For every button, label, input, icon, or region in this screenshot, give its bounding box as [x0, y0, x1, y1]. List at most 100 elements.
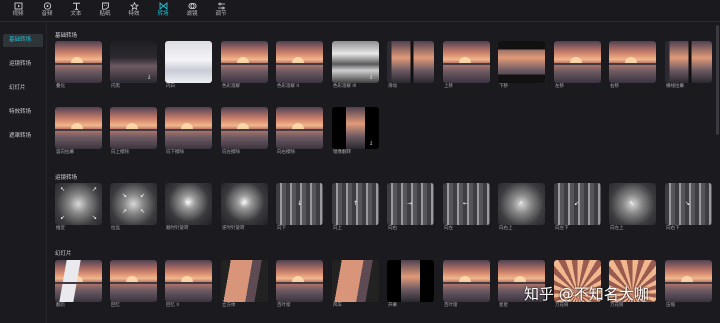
toolbar-sticker[interactable]: 贴纸: [91, 0, 119, 22]
transition-card[interactable]: ↙ 向左下: [554, 183, 601, 235]
transition-card[interactable]: ↖ ↗ ↙ ↘ 推近: [55, 183, 102, 235]
scrollbar[interactable]: [715, 23, 720, 323]
transition-name: 向下擦除: [166, 150, 184, 155]
transition-card[interactable]: ↗ 向右上: [498, 183, 545, 235]
transition-card[interactable]: 上移: [443, 41, 490, 93]
thumbnail: ↑: [332, 183, 379, 225]
effects-icon: [129, 2, 139, 10]
transition-name: 左移: [555, 84, 564, 89]
transition-card[interactable]: 百叶窗: [276, 260, 323, 312]
transition-card[interactable]: ↖ 向左上: [609, 183, 656, 235]
transition-name: 闪白: [166, 84, 175, 89]
transition-card[interactable]: 向左擦除: [221, 107, 268, 159]
sidebar-item-camera[interactable]: 运镜转场: [3, 58, 43, 71]
transition-card[interactable]: 压缩: [665, 260, 712, 312]
arrow-icon: ↖: [139, 208, 145, 215]
toolbar-video[interactable]: 视频: [4, 0, 32, 22]
transition-card[interactable]: 色彩溶解 II: [276, 41, 323, 93]
transition-name: 闪黑: [111, 84, 120, 89]
transition-card[interactable]: 横线拉幕: [665, 41, 712, 93]
thumbnail: [498, 41, 545, 83]
arrow-icon: ↘: [685, 200, 691, 207]
transition-card[interactable]: → 向右: [387, 183, 434, 235]
toolbar-label: 文本: [70, 11, 82, 17]
transition-card[interactable]: ↘ 向右下: [665, 183, 712, 235]
transition-name: 风车: [333, 303, 342, 308]
transition-name: 回忆 II: [166, 303, 180, 308]
transition-card[interactable]: 向下擦除: [165, 107, 212, 159]
transition-card[interactable]: 开幕: [387, 260, 434, 312]
transition-card[interactable]: ⤓ 镜像翻转: [332, 107, 379, 159]
transition-card[interactable]: 闪白: [165, 41, 212, 93]
arrow-icon: ↘: [122, 192, 128, 199]
toolbar-label: 转场: [157, 11, 169, 17]
transition-card[interactable]: 滑动: [387, 41, 434, 93]
transition-name: 逆时针旋转: [222, 226, 245, 231]
thumbnail: [332, 260, 379, 302]
thumbnail: ↖: [609, 183, 656, 225]
toolbar-audio[interactable]: 音频: [33, 0, 61, 22]
transition-card[interactable]: ⤓ 色彩溶解 III: [332, 41, 379, 93]
transition-card[interactable]: ↑ 向上: [332, 183, 379, 235]
transition-card[interactable]: 左移: [554, 41, 601, 93]
transition-name: 向下: [277, 226, 286, 231]
toolbar-effects[interactable]: 特效: [120, 0, 148, 22]
transition-card[interactable]: 翻页: [55, 260, 102, 312]
toolbar-filter[interactable]: 滤镜: [178, 0, 206, 22]
transition-card[interactable]: 回忆 II: [165, 260, 212, 312]
arrow-icon: →: [407, 200, 413, 207]
sidebar-item-effects[interactable]: 特效转场: [3, 106, 43, 119]
toolbar-label: 特效: [128, 11, 140, 17]
toolbar-transition[interactable]: 转场: [149, 0, 177, 22]
transition-card[interactable]: 向右擦除: [276, 107, 323, 159]
transition-card[interactable]: ↓ 向下: [276, 183, 323, 235]
thumbnail: [554, 41, 601, 83]
arrow-icon: ↗: [518, 200, 524, 207]
transition-card[interactable]: ⤓ 闪黑: [110, 41, 157, 93]
transition-card[interactable]: 回忆: [110, 260, 157, 312]
transition-card[interactable]: 竖向拉幕: [55, 107, 102, 159]
arrow-icon: ↘: [91, 214, 97, 221]
transition-card[interactable]: 向上擦除: [110, 107, 157, 159]
transition-name: 压缩: [666, 303, 675, 308]
transition-card[interactable]: 右移: [609, 41, 656, 93]
transition-card[interactable]: 百叶窗: [443, 260, 490, 312]
toolbar-adjust[interactable]: 调节: [207, 0, 235, 22]
transition-card[interactable]: 色彩溶解: [221, 41, 268, 93]
sidebar-item-mask[interactable]: 遮罩转场: [3, 130, 43, 143]
transition-name: 向右擦除: [277, 150, 295, 155]
filter-icon: [187, 2, 197, 10]
transition-name: 叠化: [56, 84, 65, 89]
arrow-icon: ↗: [122, 208, 128, 215]
toolbar-label: 贴纸: [99, 11, 111, 17]
transition-card[interactable]: ↻ 顺时针旋转: [165, 183, 212, 235]
sidebar-item-basic[interactable]: 基础转场: [3, 34, 43, 47]
transition-card[interactable]: ↺ 逆时针旋转: [221, 183, 268, 235]
thumbnail: ⤓: [110, 41, 157, 83]
audio-icon: [43, 2, 52, 10]
thumbnail: [221, 41, 268, 83]
arrow-icon: ↓: [297, 200, 303, 207]
thumbnail: ↙: [554, 183, 601, 225]
scrollbar-thumb[interactable]: [716, 25, 719, 135]
transition-card[interactable]: 风车: [332, 260, 379, 312]
thumbnail: [276, 260, 323, 302]
transition-name: 向右: [388, 226, 397, 231]
top-toolbar: 视频 音频 文本 贴纸 特效 转场 滤镜 调节: [0, 0, 720, 22]
transition-name: 推近: [56, 226, 65, 231]
toolbar-text[interactable]: 文本: [62, 0, 90, 22]
transition-card[interactable]: 立方体: [221, 260, 268, 312]
transition-card[interactable]: 叠化: [55, 41, 102, 93]
thumbnail: [276, 41, 323, 83]
transition-card[interactable]: ← 向左: [443, 183, 490, 235]
sidebar-item-slides[interactable]: 幻灯片: [3, 82, 43, 95]
transition-card[interactable]: ↘ ↙ ↗ ↖ 拉远: [110, 183, 157, 235]
category-sidebar: 基础转场 运镜转场 幻灯片 特效转场 遮罩转场: [0, 23, 47, 323]
transition-name: 向左: [444, 226, 453, 231]
transition-card[interactable]: 下移: [498, 41, 545, 93]
thumbnail: ↓: [276, 183, 323, 225]
thumbnail: →: [387, 183, 434, 225]
transition-name: 向左下: [555, 226, 569, 231]
thumbnail: ↘ ↙ ↗ ↖: [110, 183, 157, 225]
transition-name: 上移: [444, 84, 453, 89]
